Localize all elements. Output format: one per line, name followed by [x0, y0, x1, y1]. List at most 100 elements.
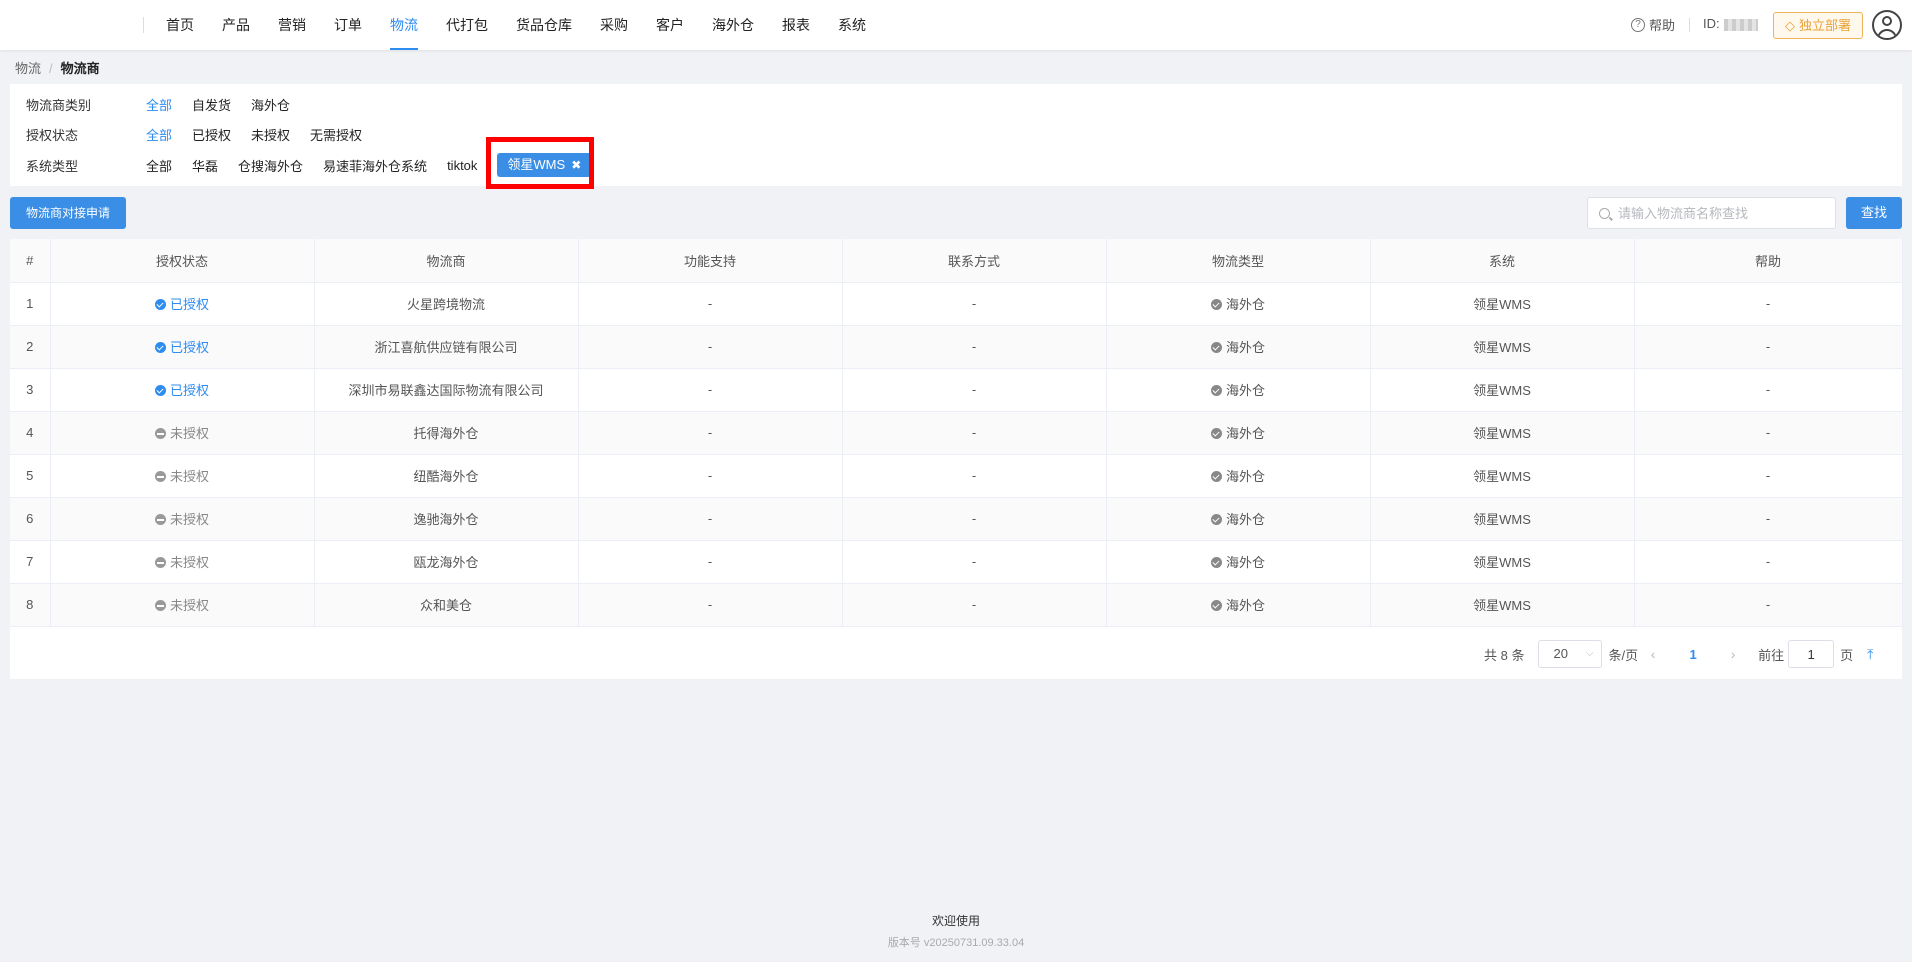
nav-item-9[interactable]: 海外仓 [698, 0, 768, 50]
help-link[interactable]: ? 帮助 [1631, 15, 1675, 34]
chevron-down-icon: ⌵ [1585, 648, 1594, 659]
footer-version: 版本号 v20250731.09.33.04 [887, 937, 1025, 949]
cell-logistics-type: 海外仓 [1106, 282, 1371, 326]
filter-auth-not-required[interactable]: 无需授权 [310, 125, 362, 144]
filter-system-yisufei[interactable]: 易速菲海外仓系统 [323, 156, 427, 175]
highlight-box [486, 137, 594, 189]
minus-circle-icon [154, 471, 166, 482]
nav-item-1[interactable]: 产品 [208, 0, 264, 50]
question-icon: ? [1631, 17, 1645, 32]
cell-system: 领星WMS [1370, 583, 1635, 627]
cell-help: - [1634, 583, 1903, 627]
cell-contact: - [842, 497, 1107, 541]
filter-label-category: 物流商类别 [26, 97, 92, 113]
cell-system: 领星WMS [1370, 454, 1635, 498]
cell-logistics-type: 海外仓 [1106, 583, 1371, 627]
minus-circle-icon [154, 600, 166, 611]
cell-system: 领星WMS [1370, 368, 1635, 412]
cell-features: - [578, 497, 843, 541]
table-row: 6 未授权 逸驰海外仓 - - 海外仓 领星WMS - [10, 497, 1903, 541]
auth-status-text: 未授权 [169, 426, 209, 441]
filter-system-cangsou[interactable]: 仓搜海外仓 [238, 156, 303, 175]
check-circle-icon [154, 299, 166, 310]
search-button[interactable]: 查找 [1846, 197, 1902, 229]
goto-label: 前往 [1758, 647, 1785, 663]
filter-auth-authorized[interactable]: 已授权 [192, 125, 231, 144]
nav-item-3[interactable]: 订单 [320, 0, 376, 50]
col-header-features: 功能支持 [578, 239, 843, 283]
cell-contact: - [842, 454, 1107, 498]
filter-system-all[interactable]: 全部 [146, 156, 172, 175]
avatar-body [1877, 29, 1897, 38]
apply-integration-button[interactable]: 物流商对接申请 [10, 197, 126, 229]
cell-index: 5 [10, 454, 51, 498]
auth-status-badge: 未授权 [154, 426, 209, 441]
nav-item-6[interactable]: 货品仓库 [502, 0, 586, 50]
carrier-table: # 授权状态 物流商 功能支持 联系方式 物流类型 系统 帮助 1 已授权 火星跨境… [10, 239, 1903, 679]
logistics-type-text: 海外仓 [1225, 555, 1265, 570]
table-row: 1 已授权 火星跨境物流 - - 海外仓 领星WMS - [10, 282, 1903, 326]
cell-contact: - [842, 583, 1107, 627]
nav-item-10[interactable]: 报表 [768, 0, 824, 50]
logistics-type-text: 海外仓 [1225, 598, 1265, 613]
col-header-index: # [10, 239, 51, 283]
auth-status-badge: 未授权 [154, 512, 209, 527]
cell-contact: - [842, 325, 1107, 369]
breadcrumb-parent[interactable]: 物流 [15, 61, 41, 76]
prev-page-button[interactable]: ‹ [1638, 646, 1668, 662]
nav-item-4[interactable]: 物流 [376, 0, 432, 50]
page-size-select[interactable]: 20 ⌵ [1538, 640, 1603, 668]
col-header-system: 系统 [1370, 239, 1635, 283]
table-row: 4 未授权 托得海外仓 - - 海外仓 领星WMS - [10, 411, 1903, 455]
check-circle-icon [1210, 299, 1222, 310]
filter-category-self[interactable]: 自发货 [192, 95, 231, 114]
cell-system: 领星WMS [1370, 540, 1635, 584]
check-circle-icon [154, 385, 166, 396]
nav-item-11[interactable]: 系统 [824, 0, 880, 50]
cell-index: 2 [10, 325, 51, 369]
next-page-button[interactable]: › [1718, 646, 1748, 662]
nav-item-8[interactable]: 客户 [642, 0, 698, 50]
breadcrumb-current: 物流商 [60, 61, 100, 76]
filter-auth-all[interactable]: 全部 [146, 125, 172, 144]
check-circle-icon [1210, 342, 1222, 353]
logistics-type-text: 海外仓 [1225, 297, 1265, 312]
nav-item-7[interactable]: 采购 [586, 0, 642, 50]
filter-system-tiktok[interactable]: tiktok [447, 158, 477, 173]
cell-features: - [578, 411, 843, 455]
check-circle-icon [1210, 557, 1222, 568]
back-to-top-icon[interactable]: ⤒ [1867, 646, 1873, 663]
table-row: 3 已授权 深圳市易联鑫达国际物流有限公司 - - 海外仓 领星WMS - [10, 368, 1903, 412]
col-header-carrier: 物流商 [314, 239, 579, 283]
logistics-type-text: 海外仓 [1225, 512, 1265, 527]
check-circle-icon [1210, 428, 1222, 439]
filter-row-auth: 授权状态 全部 已授权 未授权 无需授权 [26, 124, 382, 144]
col-header-auth-status: 授权状态 [50, 239, 315, 283]
filter-category-overseas[interactable]: 海外仓 [251, 95, 290, 114]
auth-status-text: 已授权 [169, 340, 209, 355]
minus-circle-icon [154, 514, 166, 525]
page-number-current[interactable]: 1 [1668, 647, 1718, 662]
avatar[interactable] [1872, 10, 1902, 40]
filter-auth-unauthorized[interactable]: 未授权 [251, 125, 290, 144]
cell-logistics-type: 海外仓 [1106, 540, 1371, 584]
check-circle-icon [154, 342, 166, 353]
filter-category-all[interactable]: 全部 [146, 95, 172, 114]
col-header-help: 帮助 [1634, 239, 1903, 283]
nav-item-0[interactable]: 首页 [152, 0, 208, 50]
filter-system-hualei[interactable]: 华磊 [192, 156, 218, 175]
cell-index: 8 [10, 583, 51, 627]
page-suffix-label: 页 [1840, 647, 1854, 663]
deploy-button[interactable]: ◇ 独立部署 [1773, 12, 1863, 39]
auth-status-badge: 已授权 [154, 340, 209, 355]
cell-index: 7 [10, 540, 51, 584]
logistics-type-text: 海外仓 [1225, 426, 1265, 441]
cell-carrier-name: 浙江喜航供应链有限公司 [314, 325, 579, 369]
nav-item-2[interactable]: 营销 [264, 0, 320, 50]
cell-carrier-name: 逸驰海外仓 [314, 497, 579, 541]
goto-page-input[interactable] [1788, 640, 1835, 668]
col-header-logistics-type: 物流类型 [1106, 239, 1371, 283]
search-input[interactable] [1618, 198, 1828, 228]
nav-item-5[interactable]: 代打包 [432, 0, 502, 50]
minus-circle-icon [154, 428, 166, 439]
